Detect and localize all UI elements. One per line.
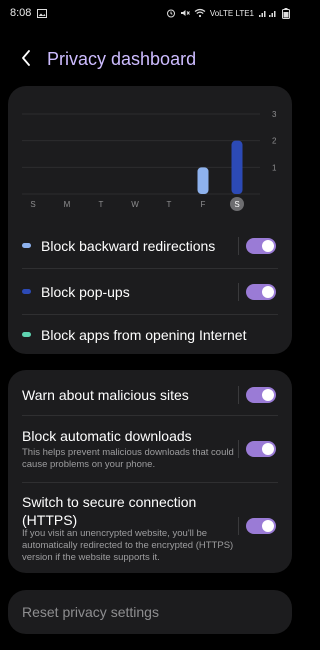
legend-dot-apps-internet	[22, 332, 31, 337]
divider	[22, 482, 278, 483]
toggle-knob	[262, 443, 274, 455]
security-settings-card: Warn about malicious sites Block automat…	[8, 370, 292, 573]
gallery-notification-icon	[37, 8, 48, 18]
x-tick-label: T	[99, 200, 104, 209]
x-tick-label: T	[167, 200, 172, 209]
chevron-left-icon	[21, 49, 31, 71]
reset-label: Reset privacy settings	[22, 604, 159, 620]
setting-title: Block automatic downloads	[22, 428, 192, 444]
bar-redirections	[197, 167, 209, 194]
separator	[238, 517, 239, 535]
x-tick-label: W	[131, 200, 139, 209]
legend-row-popups: Block pop-ups	[8, 282, 292, 302]
legend-label-apps-internet: Block apps from opening Internet	[41, 327, 247, 343]
setting-title: Switch to secure connection (HTTPS)	[22, 494, 197, 528]
setting-block-downloads[interactable]: Block automatic downloads This helps pre…	[8, 428, 292, 474]
wifi-icon	[194, 8, 206, 18]
privacy-stats-card: 1 2 3 S M T W T F S Block backward redirections B…	[8, 86, 292, 354]
x-tick-label: M	[64, 200, 71, 209]
network-label: VoLTE LTE1	[209, 8, 254, 18]
setting-warn-malicious[interactable]: Warn about malicious sites	[8, 384, 292, 406]
chart-svg: 1 2 3 S M T W T F S	[22, 110, 277, 211]
separator	[238, 237, 239, 255]
battery-icon	[282, 7, 290, 19]
setting-https[interactable]: Switch to secure connection (HTTPS) If y…	[8, 493, 292, 565]
divider	[22, 268, 278, 269]
toggle-block-redirections[interactable]	[246, 238, 276, 254]
toggle-knob	[262, 240, 274, 252]
bar-popups	[231, 140, 243, 194]
y-tick-label: 3	[272, 110, 277, 119]
toggle-block-popups[interactable]	[246, 284, 276, 300]
toggle-https[interactable]	[246, 518, 276, 534]
back-button[interactable]	[16, 49, 36, 71]
blocked-activity-chart: 1 2 3 S M T W T F S	[8, 86, 292, 214]
legend-row-apps-internet[interactable]: Block apps from opening Internet	[8, 325, 292, 345]
x-tick-label: S	[234, 200, 239, 209]
clock: 8:08	[10, 7, 32, 19]
legend-label-popups: Block pop-ups	[41, 284, 130, 300]
alarm-icon	[166, 8, 176, 18]
x-tick-label: S	[30, 200, 35, 209]
app-header: Privacy dashboard	[0, 44, 300, 76]
signal-icon	[258, 8, 278, 18]
separator	[238, 386, 239, 404]
legend-label-redirections: Block backward redirections	[41, 238, 216, 254]
x-tick-label: F	[201, 200, 206, 209]
toggle-knob	[262, 286, 274, 298]
status-bar: 8:08 VoLTE LTE1	[0, 0, 300, 26]
page-title: Privacy dashboard	[47, 49, 197, 69]
legend-dot-popups	[22, 289, 31, 294]
mute-icon	[180, 8, 190, 18]
divider	[22, 314, 278, 315]
y-tick-label: 2	[272, 137, 277, 146]
toggle-block-downloads[interactable]	[246, 441, 276, 457]
y-tick-label: 1	[272, 163, 277, 172]
divider	[22, 415, 278, 416]
legend-row-redirections: Block backward redirections	[8, 236, 292, 256]
separator	[238, 283, 239, 301]
reset-privacy-button[interactable]: Reset privacy settings	[8, 590, 292, 634]
toggle-knob	[262, 389, 274, 401]
setting-title: Warn about malicious sites	[22, 387, 189, 403]
legend-dot-redirections	[22, 243, 31, 248]
setting-description: If you visit an unencrypted website, you…	[22, 528, 234, 563]
toggle-knob	[262, 520, 274, 532]
separator	[238, 440, 239, 458]
setting-description: This helps prevent malicious downloads t…	[22, 447, 234, 470]
toggle-warn-malicious[interactable]	[246, 387, 276, 403]
